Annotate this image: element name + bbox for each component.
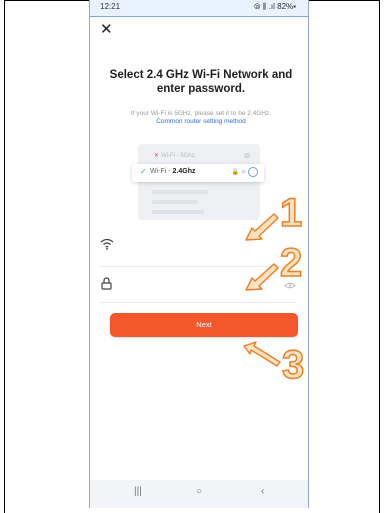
frame-right-border	[379, 0, 380, 513]
status-time: 12:21	[100, 2, 121, 11]
wifi-5ghz-row: ✕ Wi-Fi - 5Ghz	[154, 152, 195, 159]
placeholder-bar	[152, 190, 208, 194]
wifi-illustration: ✕ Wi-Fi - 5Ghz ✓ Wi-Fi - 2.4Ghz 🔒 ≋	[132, 144, 264, 222]
hint-text: If your Wi-Fi is 5GHz, please set it to …	[130, 110, 272, 117]
recent-apps-button[interactable]: |||	[134, 486, 142, 497]
password-field[interactable]	[100, 270, 296, 303]
wifi-name-field[interactable]	[100, 232, 296, 267]
annotation-number-1: 1	[279, 191, 303, 235]
row-placeholder-icon	[244, 153, 250, 158]
page-title: Select 2.4 GHz Wi-Fi Network and enter p…	[109, 69, 293, 95]
wifi-5ghz-label: Wi-Fi - 5Ghz	[161, 153, 195, 159]
info-icon	[248, 167, 258, 177]
close-button[interactable]: ✕	[100, 22, 113, 37]
annotation-number-3: 3	[281, 343, 305, 387]
check-icon: ✓	[140, 167, 147, 176]
card-status-icons: 🔒 ≋	[232, 167, 258, 177]
cross-icon: ✕	[154, 153, 160, 159]
wifi-24ghz-prefix: Wi-Fi -	[150, 168, 173, 175]
status-indicators: ⦾ ⫼ .ıl 82%▪	[254, 2, 296, 11]
frame-left-border	[4, 0, 5, 513]
status-bar: 12:21 ⦾ ⫼ .ıl 82%▪	[90, 0, 308, 17]
wifi-24ghz-card: ✓ Wi-Fi - 2.4Ghz 🔒 ≋	[132, 164, 264, 182]
annotation-number-2: 2	[279, 241, 303, 285]
system-nav-bar: ||| ○ ‹	[90, 480, 308, 508]
lock-icon	[101, 277, 112, 290]
placeholder-bar	[152, 200, 198, 204]
wifi-icon	[100, 238, 114, 250]
router-setting-link[interactable]: Common router setting method	[104, 118, 298, 126]
wifi-24ghz-band: 2.4Ghz	[172, 168, 196, 175]
phone-screen: 12:21 ⦾ ⫼ .ıl 82%▪ ✕ Select 2.4 GHz Wi-F…	[89, 0, 309, 508]
next-button[interactable]: Next	[110, 313, 298, 337]
placeholder-bar	[152, 210, 204, 214]
back-button[interactable]: ‹	[261, 486, 264, 497]
wifi-24ghz-label: Wi-Fi - 2.4Ghz	[150, 168, 196, 175]
home-button[interactable]: ○	[196, 486, 202, 497]
